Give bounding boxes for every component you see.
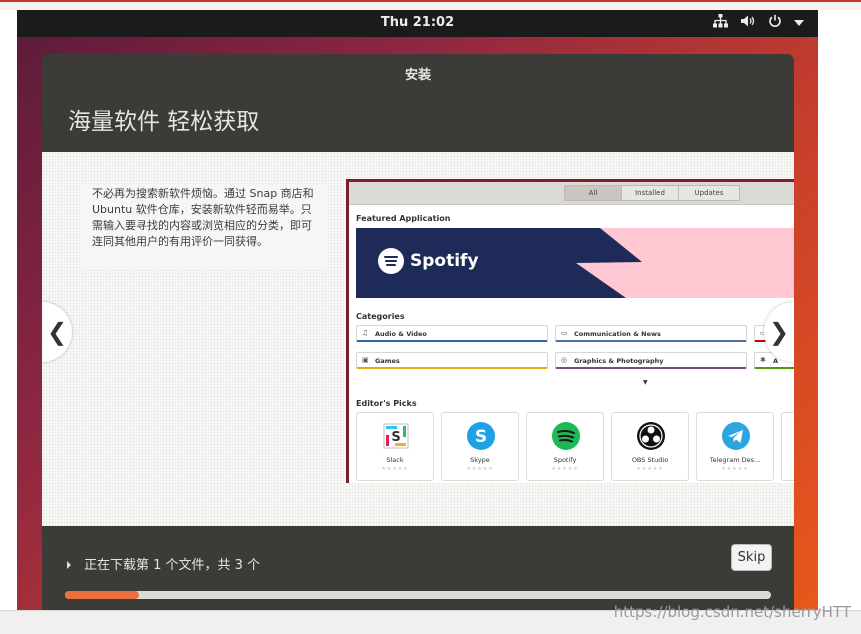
- pick-skype: S Skype ★★★★★: [441, 412, 519, 481]
- category-communication-news: ▭ Communication & News: [555, 325, 747, 342]
- pick-name: Spotify: [553, 456, 577, 464]
- store-tab-all: All: [564, 185, 622, 201]
- featured-heading: Featured Application: [356, 214, 451, 223]
- top-red-line: [0, 0, 861, 2]
- chevron-right-icon: ❯: [768, 318, 790, 346]
- pick-rating: ★★★★★: [381, 466, 409, 472]
- svg-text:S: S: [475, 427, 487, 447]
- puzzle-icon: ✱: [760, 356, 766, 364]
- network-icon[interactable]: [713, 14, 728, 34]
- pick-rating: ★★★★★: [636, 466, 664, 472]
- editors-picks-heading: Editor's Picks: [356, 399, 417, 408]
- download-status: 正在下载第 1 个文件，共 3 个: [84, 558, 261, 573]
- spotify-icon: [552, 422, 580, 450]
- chat-bubble-icon: ▭: [561, 329, 568, 337]
- window-title: 安装: [404, 68, 431, 83]
- slack-icon: S: [383, 423, 409, 449]
- gnome-top-bar: Thu 21:02: [17, 10, 818, 37]
- vm-screen: Thu 21:02 安装 海量软件 轻松获取 不必再为搜索新软件烦恼。通过 Sn…: [17, 10, 818, 610]
- pick-name: Skype: [470, 456, 490, 464]
- pick-rating: ★★★★★: [551, 466, 579, 472]
- pick-name: OBS Studio: [631, 456, 669, 464]
- store-header: All Installed Updates: [349, 182, 794, 205]
- spotify-logo: Spotify: [378, 248, 479, 274]
- pick-rating: ★★★★★: [466, 466, 494, 472]
- watermark: https://blog.csdn.net/sherryHTT: [613, 603, 851, 621]
- progress-fill: [65, 591, 140, 599]
- right-margin: [818, 10, 861, 610]
- category-games: ▣ Games: [356, 352, 548, 369]
- system-tray[interactable]: [713, 14, 804, 34]
- spotify-icon: [378, 248, 404, 274]
- pick-telegram: Telegram Des... ★★★★★: [696, 412, 774, 481]
- details-expander-arrow[interactable]: [67, 561, 71, 569]
- skype-icon: S: [467, 422, 495, 450]
- music-note-icon: ♫: [362, 329, 369, 337]
- categories-heading: Categories: [356, 312, 405, 321]
- pick-rating: ★★★★★: [721, 466, 749, 472]
- store-tab-installed: Installed: [622, 185, 679, 201]
- gamepad-icon: ▣: [362, 356, 369, 364]
- featured-app-name: Spotify: [410, 251, 479, 271]
- featured-banner: Spotify: [356, 228, 794, 298]
- clock[interactable]: Thu 21:02: [17, 15, 818, 30]
- slide-description: 不必再为搜索新软件烦恼。通过 Snap 商店和 Ubuntu 软件仓库，安装新软…: [82, 184, 328, 268]
- svg-text:S: S: [391, 430, 400, 445]
- power-icon[interactable]: [768, 14, 782, 34]
- pick-spotify: Spotify ★★★★★: [526, 412, 604, 481]
- slide-headline: 海量软件 轻松获取: [68, 109, 260, 135]
- pick-slack: S Slack ★★★★★: [356, 412, 434, 481]
- pick-obs-studio: OBS Studio ★★★★★: [611, 412, 689, 481]
- skip-button[interactable]: Skip: [731, 544, 772, 571]
- pick-name: Telegram Des...: [709, 456, 761, 464]
- chevron-down-icon: ▼: [643, 379, 648, 386]
- left-margin: [0, 10, 17, 610]
- store-tabs: All Installed Updates: [564, 185, 740, 201]
- telegram-icon: [722, 422, 750, 450]
- pick-name: Slack: [386, 456, 404, 464]
- chevron-down-icon[interactable]: [794, 15, 804, 33]
- browser-top-strip: [0, 0, 861, 10]
- volume-icon[interactable]: [740, 14, 756, 34]
- store-tab-updates: Updates: [679, 185, 740, 201]
- slideshow: 不必再为搜索新软件烦恼。通过 Snap 商店和 Ubuntu 软件仓库，安装新软…: [42, 152, 794, 526]
- pick-partial: [781, 412, 794, 481]
- software-store-screenshot: All Installed Updates Featured Applicati…: [346, 179, 794, 483]
- category-audio-video: ♫ Audio & Video: [356, 325, 548, 342]
- category-graphics-photography: ◎ Graphics & Photography: [555, 352, 747, 369]
- chevron-left-icon: ❮: [46, 318, 68, 346]
- palette-icon: ◎: [561, 356, 568, 364]
- obs-icon: [637, 422, 665, 450]
- installer-window: 安装 海量软件 轻松获取 不必再为搜索新软件烦恼。通过 Snap 商店和 Ubu…: [42, 54, 794, 610]
- download-progress-bar: [65, 591, 771, 599]
- previous-slide-button[interactable]: ❮: [42, 302, 72, 362]
